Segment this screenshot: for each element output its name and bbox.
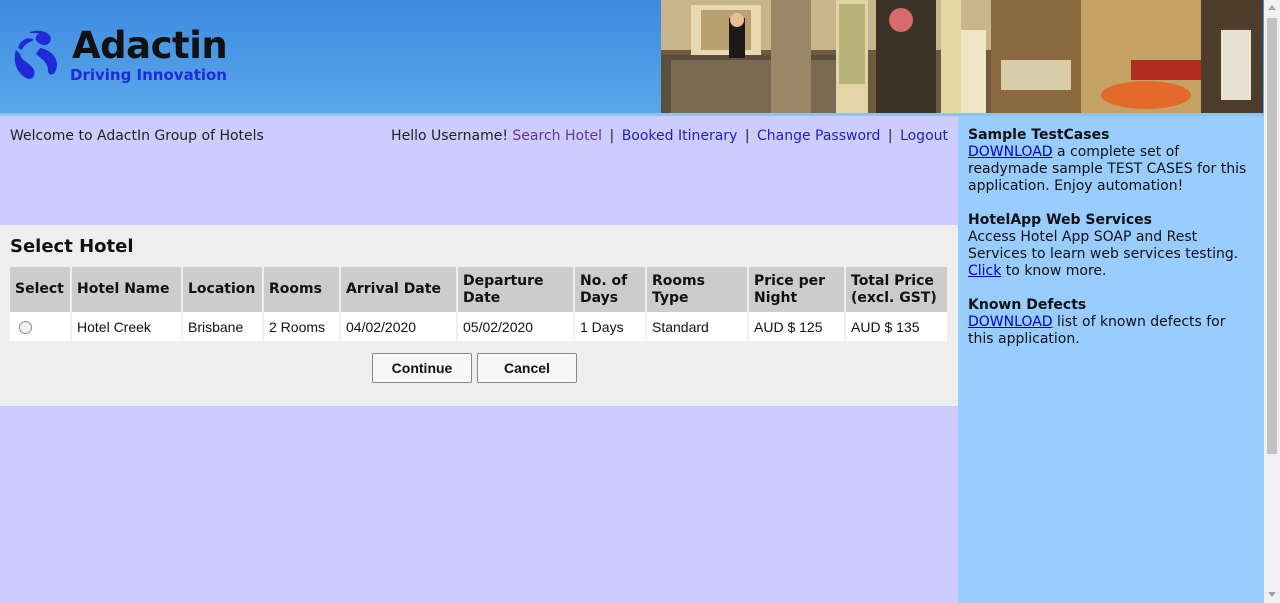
column-header-days: No. of Days	[574, 267, 647, 312]
brand-name: Adactin	[72, 24, 228, 67]
column-header-location: Location	[182, 267, 264, 312]
web-services-text: Access Hotel App SOAP and Rest Services …	[968, 229, 1254, 280]
brand-tagline: Driving Innovation	[70, 66, 227, 84]
web-services-suffix: to know more.	[1001, 263, 1107, 279]
sample-testcases-text: DOWNLOAD a complete set of readymade sam…	[968, 144, 1254, 195]
column-header-hotel-name: Hotel Name	[71, 267, 183, 312]
column-header-total-price: Total Price (excl. GST)	[845, 267, 947, 312]
arrival-date-cell: 04/02/2020	[340, 312, 458, 341]
rooms-cell: 2 Rooms	[263, 312, 341, 341]
greeting-text: Hello Username!	[391, 128, 508, 144]
select-hotel-panel: Select Hotel Select Hotel Name Location …	[0, 225, 958, 406]
column-header-rooms-type: Rooms Type	[646, 267, 749, 312]
cancel-button[interactable]: Cancel	[477, 353, 577, 383]
departure-date-cell: 05/02/2020	[457, 312, 575, 341]
hotel-name-cell: Hotel Creek	[71, 312, 183, 341]
vertical-scrollbar[interactable]	[1264, 0, 1280, 603]
search-hotel-link[interactable]: Search Hotel	[512, 128, 602, 144]
column-header-arrival-date: Arrival Date	[340, 267, 458, 312]
right-sidebar: Sample TestCases DOWNLOAD a complete set…	[958, 116, 1264, 603]
known-defects-title: Known Defects	[968, 297, 1087, 313]
nav-separator: |	[887, 128, 893, 144]
booked-itinerary-link[interactable]: Booked Itinerary	[622, 128, 738, 144]
web-services-description: Access Hotel App SOAP and Rest Services …	[968, 229, 1239, 262]
logo-swirl-icon	[14, 30, 58, 79]
select-hotel-radio[interactable]	[19, 321, 32, 335]
top-navigation: Hello Username! Search Hotel | Booked It…	[391, 128, 948, 144]
table-row: Hotel Creek Brisbane 2 Rooms 04/02/2020 …	[10, 312, 947, 341]
column-header-price-per-night: Price per Night	[748, 267, 846, 312]
web-services-title: HotelApp Web Services	[968, 212, 1152, 228]
logout-link[interactable]: Logout	[900, 128, 948, 144]
sample-testcases-section: Sample TestCases DOWNLOAD a complete set…	[968, 127, 1254, 195]
adactin-logo[interactable]: Adactin Driving Innovation	[10, 24, 240, 88]
web-services-click-link[interactable]: Click	[968, 263, 1001, 279]
page-header: Adactin Driving Innovation	[0, 0, 1264, 115]
main-content: Welcome to AdactIn Group of Hotels Hello…	[0, 116, 958, 603]
sample-testcases-title: Sample TestCases	[968, 127, 1110, 143]
change-password-link[interactable]: Change Password	[757, 128, 880, 144]
hotel-lobby-image	[661, 0, 1263, 114]
column-header-rooms: Rooms	[263, 267, 341, 312]
hotel-results-table: Select Hotel Name Location Rooms Arrival…	[10, 267, 947, 341]
continue-button[interactable]: Continue	[372, 353, 472, 383]
total-price-cell: AUD $ 135	[851, 318, 920, 335]
scrollbar-thumb[interactable]	[1267, 18, 1277, 454]
table-header-row: Select Hotel Name Location Rooms Arrival…	[10, 267, 947, 312]
known-defects-section: Known Defects DOWNLOAD list of known def…	[968, 297, 1254, 348]
location-cell: Brisbane	[182, 312, 264, 341]
days-cell: 1 Days	[574, 312, 647, 341]
column-header-departure-date: Departure Date	[457, 267, 575, 312]
web-services-section: HotelApp Web Services Access Hotel App S…	[968, 212, 1254, 280]
defects-download-link[interactable]: DOWNLOAD	[968, 314, 1053, 330]
testcases-download-link[interactable]: DOWNLOAD	[968, 144, 1053, 160]
scroll-up-arrow-icon[interactable]	[1268, 5, 1276, 10]
column-header-select: Select	[10, 267, 72, 312]
select-cell	[10, 312, 72, 341]
price-per-night-cell: AUD $ 125	[748, 312, 846, 341]
scroll-down-arrow-icon[interactable]	[1268, 592, 1276, 597]
nav-separator: |	[609, 128, 615, 144]
room-type-cell: Standard	[646, 312, 749, 341]
nav-separator: |	[744, 128, 750, 144]
known-defects-text: DOWNLOAD list of known defects for this …	[968, 314, 1254, 348]
page-title: Select Hotel	[10, 236, 134, 257]
welcome-message: Welcome to AdactIn Group of Hotels	[10, 128, 264, 144]
